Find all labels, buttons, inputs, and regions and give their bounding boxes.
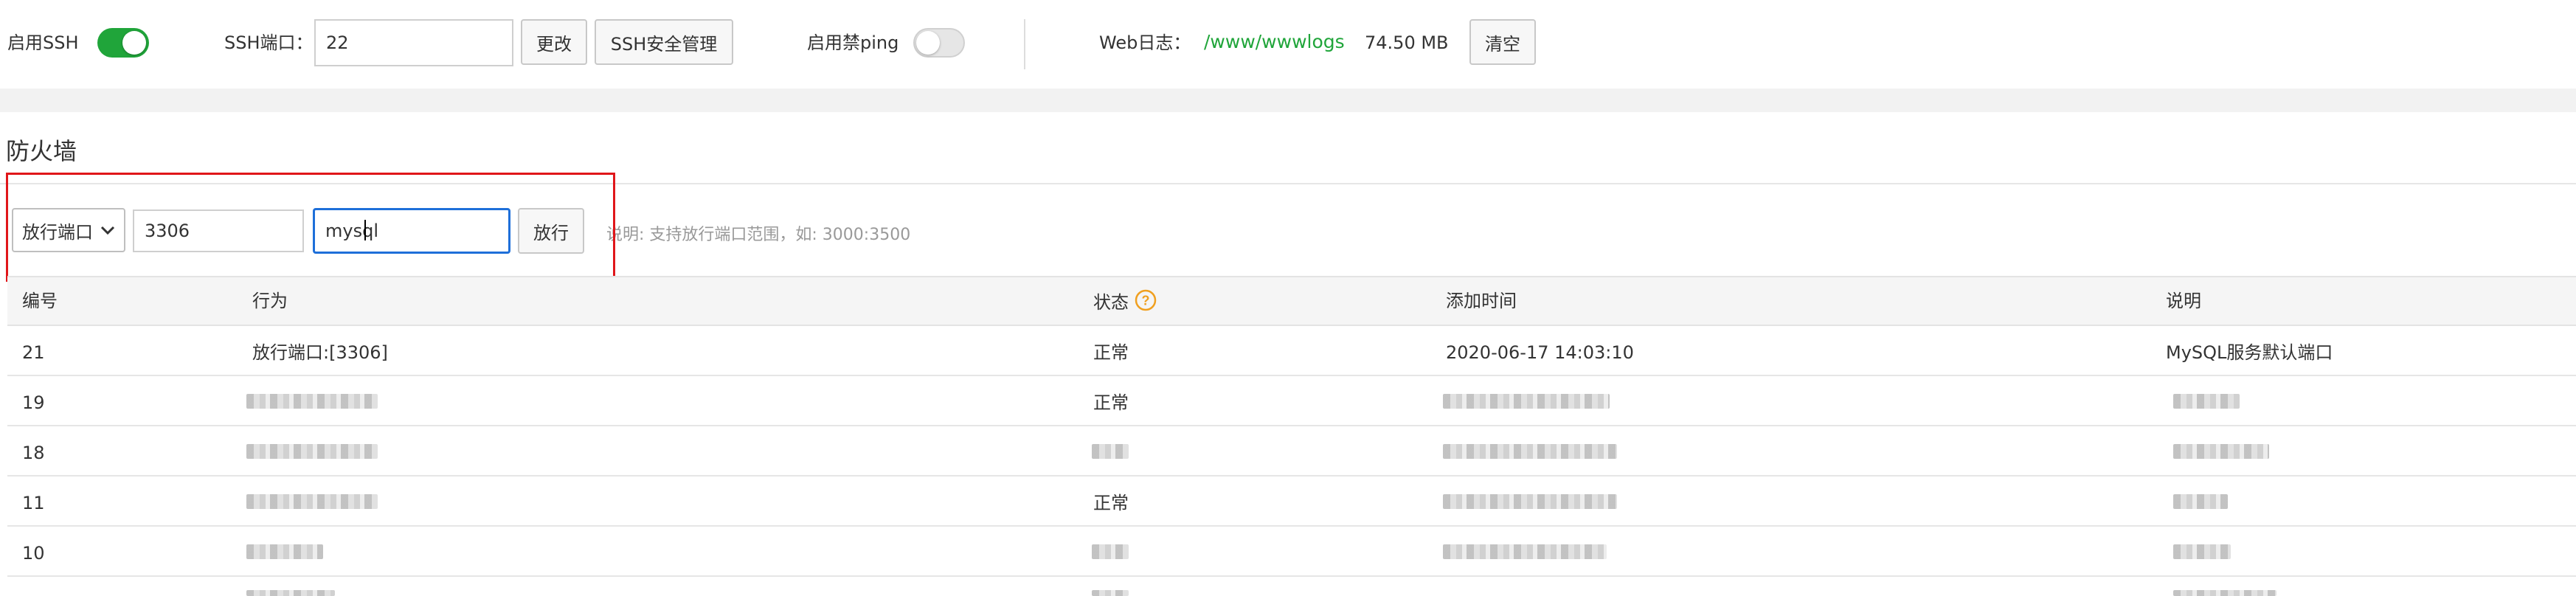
ssh-toggle[interactable] xyxy=(97,28,149,58)
col-header-status: 状态 xyxy=(1093,292,1129,313)
row-id: 11 xyxy=(22,493,45,513)
ssh-port-input[interactable]: 22 xyxy=(314,19,513,66)
svg-text:?: ? xyxy=(1142,294,1150,308)
row-id: 10 xyxy=(22,543,45,564)
col-header-time: 添加时间 xyxy=(1446,291,1517,311)
ssh-settings-bar: 启用SSH SSH端口： 22 更改 SSH安全管理 启用禁ping Web日志… xyxy=(0,0,2576,89)
row-action: 放行端口:[3306] xyxy=(252,342,388,363)
redacted-action xyxy=(246,444,378,459)
ssh-port-label: SSH端口： xyxy=(224,32,314,53)
port-range-hint: 说明: 支持放行端口范围，如: 3000:3500 xyxy=(606,226,911,244)
redacted-time xyxy=(1443,544,1607,559)
clear-logs-button[interactable]: 清空 xyxy=(1469,19,1536,65)
ssh-security-button[interactable]: SSH安全管理 xyxy=(595,19,733,65)
ssh-enable-label: 启用SSH xyxy=(7,32,79,53)
highlight-box xyxy=(6,173,615,282)
row-status: 正常 xyxy=(1093,392,1129,413)
ping-toggle[interactable] xyxy=(913,28,965,58)
redacted-action xyxy=(246,590,335,596)
redacted-time xyxy=(1443,394,1610,409)
redacted-time xyxy=(1443,444,1617,459)
toggle-knob xyxy=(122,31,146,55)
redacted-status xyxy=(1092,544,1129,559)
row-status: 正常 xyxy=(1093,342,1129,363)
row-id: 18 xyxy=(22,443,45,463)
question-circle-icon[interactable]: ? xyxy=(1135,289,1157,311)
divider xyxy=(1024,19,1025,69)
redacted-status xyxy=(1092,444,1129,459)
redacted-action xyxy=(246,544,323,559)
redacted-desc xyxy=(2173,590,2276,596)
firewall-title: 防火墙 xyxy=(6,137,77,165)
redacted-action xyxy=(246,494,378,509)
weblog-label: Web日志： xyxy=(1099,32,1191,53)
redacted-desc xyxy=(2173,544,2231,559)
redacted-desc xyxy=(2173,394,2240,409)
redacted-desc xyxy=(2173,444,2269,459)
change-port-button[interactable]: 更改 xyxy=(521,19,587,65)
weblog-path-link[interactable]: /www/wwwlogs xyxy=(1204,32,1345,51)
toggle-knob xyxy=(916,31,940,55)
redacted-desc xyxy=(2173,494,2228,509)
section-separator xyxy=(0,89,2576,112)
redacted-action xyxy=(246,394,378,409)
redacted-time xyxy=(1443,494,1617,509)
col-header-id: 编号 xyxy=(22,291,58,311)
col-header-desc: 说明 xyxy=(2166,291,2201,311)
col-header-action: 行为 xyxy=(252,291,288,311)
weblog-size: 74.50 MB xyxy=(1365,32,1449,53)
row-desc: MySQL服务默认端口 xyxy=(2166,342,2333,363)
row-id: 21 xyxy=(22,342,45,363)
redacted-status xyxy=(1092,590,1129,596)
row-id: 19 xyxy=(22,392,45,413)
row-time: 2020-06-17 14:03:10 xyxy=(1446,342,1634,363)
ping-block-label: 启用禁ping xyxy=(807,32,899,53)
row-status: 正常 xyxy=(1093,493,1129,513)
